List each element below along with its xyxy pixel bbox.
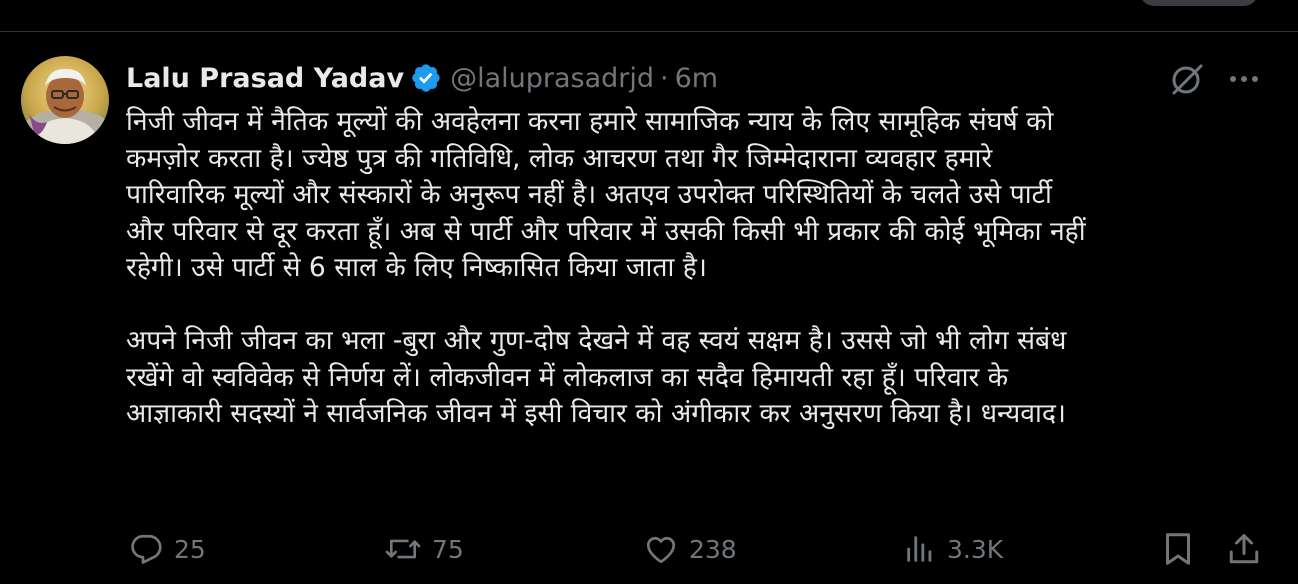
more-icon[interactable]	[1226, 64, 1262, 94]
bookmark-icon	[1162, 531, 1194, 567]
tweet-line: आज्ञाकारी सदस्यों ने सार्वजनिक जीवन में …	[126, 398, 1066, 429]
share-button[interactable]	[1226, 526, 1262, 572]
views-icon	[903, 531, 937, 567]
author-name[interactable]: Lalu Prasad Yadav	[126, 63, 404, 94]
like-icon	[643, 531, 679, 567]
repost-button[interactable]: 75	[384, 526, 464, 572]
reply-count: 25	[174, 534, 206, 564]
tweet-line: रहेगी। उसे पार्टी से 6 साल के लिए निष्का…	[126, 252, 707, 283]
tweet-page: Lalu Prasad Yadav @laluprasadrjd · 6m नि…	[0, 0, 1298, 584]
tweet-line: पारिवारिक मूल्यों और संस्कारों के अनुरूप…	[126, 179, 1052, 210]
like-count: 238	[689, 534, 737, 564]
reply-button[interactable]: 25	[128, 526, 206, 572]
action-bar: 25 75 238 3.3K	[0, 526, 1298, 572]
views-button[interactable]: 3.3K	[903, 526, 1003, 572]
views-count: 3.3K	[947, 534, 1004, 564]
tweet-paragraph: निजी जीवन में नैतिक मूल्यों की अवहेलना क…	[126, 104, 1266, 287]
top-pill-button[interactable]	[1140, 0, 1258, 6]
timestamp[interactable]: 6m	[675, 63, 718, 94]
avatar-image	[21, 56, 109, 144]
divider	[0, 31, 1298, 32]
tweet-line: अपने निजी जीवन का भला -बुरा और गुण-दोष द…	[126, 325, 1067, 356]
tweet-header: Lalu Prasad Yadav @laluprasadrjd · 6m	[126, 58, 718, 98]
like-button[interactable]: 238	[643, 526, 737, 572]
avatar[interactable]	[21, 56, 109, 144]
author-handle[interactable]: @laluprasadrjd	[450, 63, 654, 94]
repost-count: 75	[432, 534, 464, 564]
verified-badge-icon[interactable]	[410, 62, 442, 94]
tweet-line: कमज़ोर करता है। ज्येष्ठ पुत्र की गतिविधि…	[126, 142, 993, 174]
reply-icon	[128, 531, 164, 567]
bookmark-button[interactable]	[1162, 526, 1194, 572]
tweet-text: निजी जीवन में नैतिक मूल्यों की अवहेलना क…	[126, 104, 1266, 433]
tweet-line: रखेंगे वो स्वविवेक से निर्णय लें। लोकजीव…	[126, 361, 1009, 393]
tweet-line: निजी जीवन में नैतिक मूल्यों की अवहेलना क…	[126, 106, 1054, 137]
tweet-line: और परिवार से दूर करता हूँ। अब से पार्टी …	[126, 215, 1086, 247]
grok-icon[interactable]	[1168, 60, 1206, 98]
share-icon	[1226, 531, 1262, 567]
repost-icon	[384, 531, 422, 567]
tweet-paragraph: अपने निजी जीवन का भला -बुरा और गुण-दोष द…	[126, 323, 1266, 433]
separator-dot: ·	[660, 62, 669, 94]
